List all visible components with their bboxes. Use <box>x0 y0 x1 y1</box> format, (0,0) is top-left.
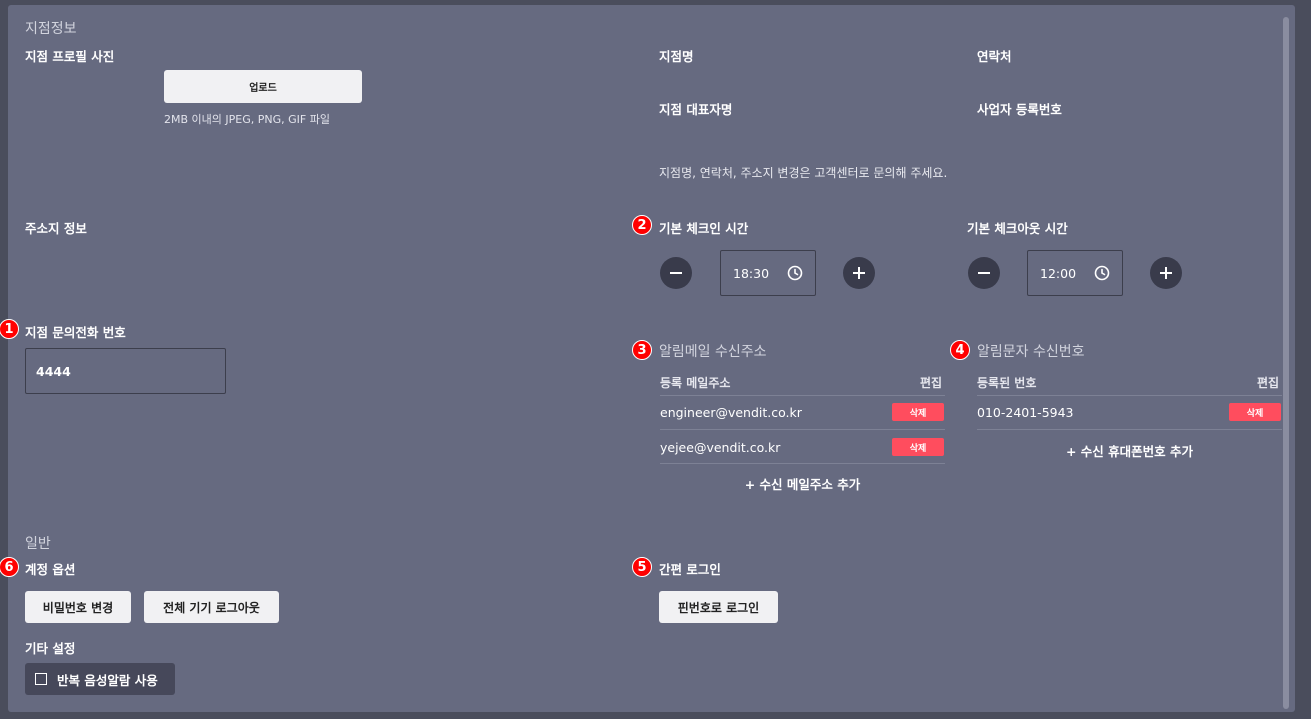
checkout-label: 기본 체크아웃 시간 <box>967 221 1068 236</box>
clock-icon[interactable] <box>787 265 803 281</box>
checkout-increase-button[interactable] <box>1150 257 1182 289</box>
email-row-divider <box>660 429 945 430</box>
checkin-time-field[interactable]: 18:30 <box>720 250 816 296</box>
repeat-voice-alarm-label: 반복 음성알람 사용 <box>57 672 158 688</box>
phone-input[interactable] <box>25 348 226 394</box>
email-row-divider <box>660 463 945 464</box>
checkin-decrease-button[interactable] <box>660 257 692 289</box>
email-section-title: 알림메일 수신주소 <box>659 344 767 360</box>
checkin-increase-button[interactable] <box>843 257 875 289</box>
sms-row-1-delete-button[interactable]: 삭제 <box>1229 403 1281 421</box>
address-label: 주소지 정보 <box>25 221 87 236</box>
upload-button[interactable]: 업로드 <box>164 70 362 103</box>
sms-header-divider <box>977 395 1282 396</box>
add-phone-button[interactable]: + 수신 휴대폰번호 추가 <box>977 441 1282 460</box>
logout-all-devices-button[interactable]: 전체 기기 로그아웃 <box>144 591 279 623</box>
badge-3: 3 <box>632 340 652 360</box>
sms-col-number: 등록된 번호 <box>977 376 1037 390</box>
business-number-label: 사업자 등록번호 <box>977 102 1062 117</box>
email-header-divider <box>660 395 945 396</box>
pin-login-button[interactable]: 핀번호로 로그인 <box>659 591 778 623</box>
repeat-voice-alarm-checkbox[interactable]: 반복 음성알람 사용 <box>25 663 175 695</box>
settings-panel: 지점정보 지점 프로필 사진 업로드 2MB 이내의 JPEG, PNG, GI… <box>0 5 1295 712</box>
section-title-general: 일반 <box>25 536 51 552</box>
sms-row-divider <box>977 429 1282 430</box>
badge-1: 1 <box>0 319 19 339</box>
checkout-decrease-button[interactable] <box>968 257 1000 289</box>
email-row-2: yejee@vendit.co.kr <box>660 440 781 455</box>
badge-4: 4 <box>950 340 970 360</box>
change-notice: 지점명, 연락처, 주소지 변경은 고객센터로 문의해 주세요. <box>659 166 948 180</box>
change-password-button[interactable]: 비밀번호 변경 <box>25 591 131 623</box>
checkin-label: 기본 체크인 시간 <box>659 221 749 236</box>
other-settings-label: 기타 설정 <box>25 641 76 656</box>
quick-login-label: 간편 로그인 <box>659 562 721 577</box>
minus-icon <box>978 272 990 274</box>
plus-icon <box>853 267 865 279</box>
phone-label: 지점 문의전화 번호 <box>25 325 126 340</box>
add-email-button[interactable]: + 수신 메일주소 추가 <box>660 474 945 493</box>
badge-6: 6 <box>0 557 19 577</box>
email-row-1-delete-button[interactable]: 삭제 <box>892 403 944 421</box>
checkin-time-value: 18:30 <box>733 265 770 281</box>
checkout-time-field[interactable]: 12:00 <box>1027 250 1123 296</box>
email-col-address: 등록 메일주소 <box>660 376 731 390</box>
account-options-label: 계정 옵션 <box>25 562 76 577</box>
email-row-2-delete-button[interactable]: 삭제 <box>892 438 944 456</box>
contact-label: 연락처 <box>977 49 1012 64</box>
sms-section-title: 알림문자 수신번호 <box>977 344 1085 360</box>
badge-5: 5 <box>632 557 652 577</box>
clock-icon[interactable] <box>1094 265 1110 281</box>
badge-2: 2 <box>632 215 652 235</box>
plus-icon <box>1160 267 1172 279</box>
profile-photo-label: 지점 프로필 사진 <box>25 49 115 64</box>
email-col-edit: 편집 <box>920 376 943 390</box>
minus-icon <box>670 272 682 274</box>
vertical-scrollbar[interactable] <box>1283 17 1289 709</box>
checkbox-icon[interactable] <box>35 673 47 685</box>
upload-hint: 2MB 이내의 JPEG, PNG, GIF 파일 <box>164 113 330 126</box>
checkout-time-value: 12:00 <box>1040 265 1077 281</box>
email-row-1: engineer@vendit.co.kr <box>660 405 802 420</box>
section-title-branch-info: 지점정보 <box>25 21 77 37</box>
representative-label: 지점 대표자명 <box>659 102 733 117</box>
sms-col-edit: 편집 <box>1257 376 1280 390</box>
branch-name-label: 지점명 <box>659 49 694 64</box>
sms-row-1: 010-2401-5943 <box>977 405 1074 420</box>
